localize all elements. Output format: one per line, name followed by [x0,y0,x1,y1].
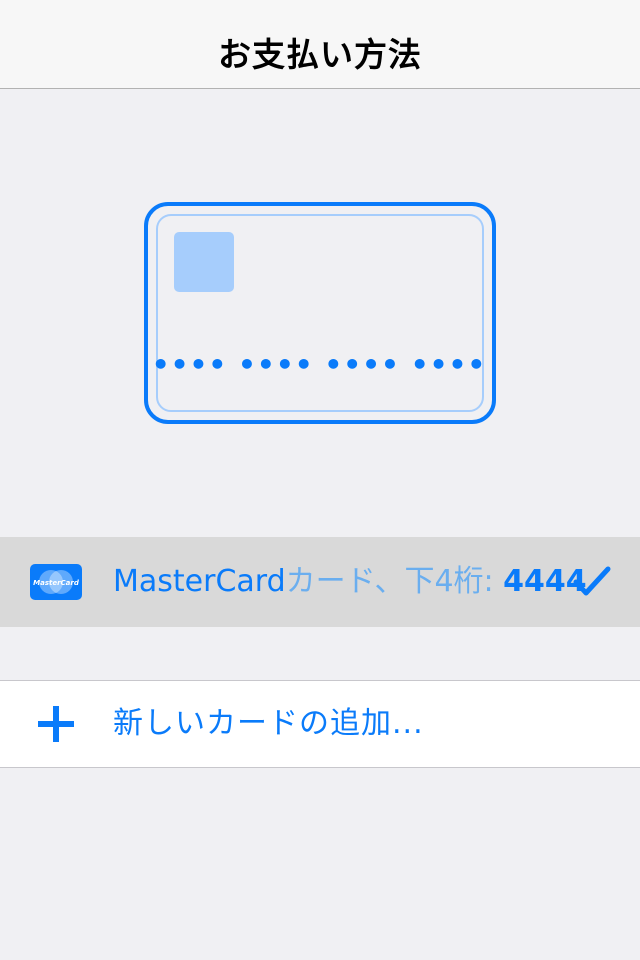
mastercard-icon: MasterCard [30,564,82,600]
navigation-bar: お支払い方法 [0,0,640,89]
card-chip-icon [174,232,234,292]
card-number-mask: •••• •••• •••• •••• [152,348,487,381]
card-brand-name: MasterCard [113,564,286,599]
saved-card-label[interactable]: MasterCardカード、下4桁: 4444 [113,537,587,627]
credit-card-icon: •••• •••• •••• •••• [144,202,496,424]
payment-method-screen: お支払い方法 •••• •••• •••• •••• MasterCard Ma… [0,0,640,960]
checkmark-icon [572,564,612,598]
plus-icon[interactable] [38,706,74,742]
card-illustration: •••• •••• •••• •••• [144,202,496,424]
add-card-label[interactable]: 新しいカードの追加... [113,680,424,768]
card-description: カード、下4桁: [285,564,504,599]
svg-text:MasterCard: MasterCard [33,579,80,587]
page-title: お支払い方法 [218,35,422,74]
